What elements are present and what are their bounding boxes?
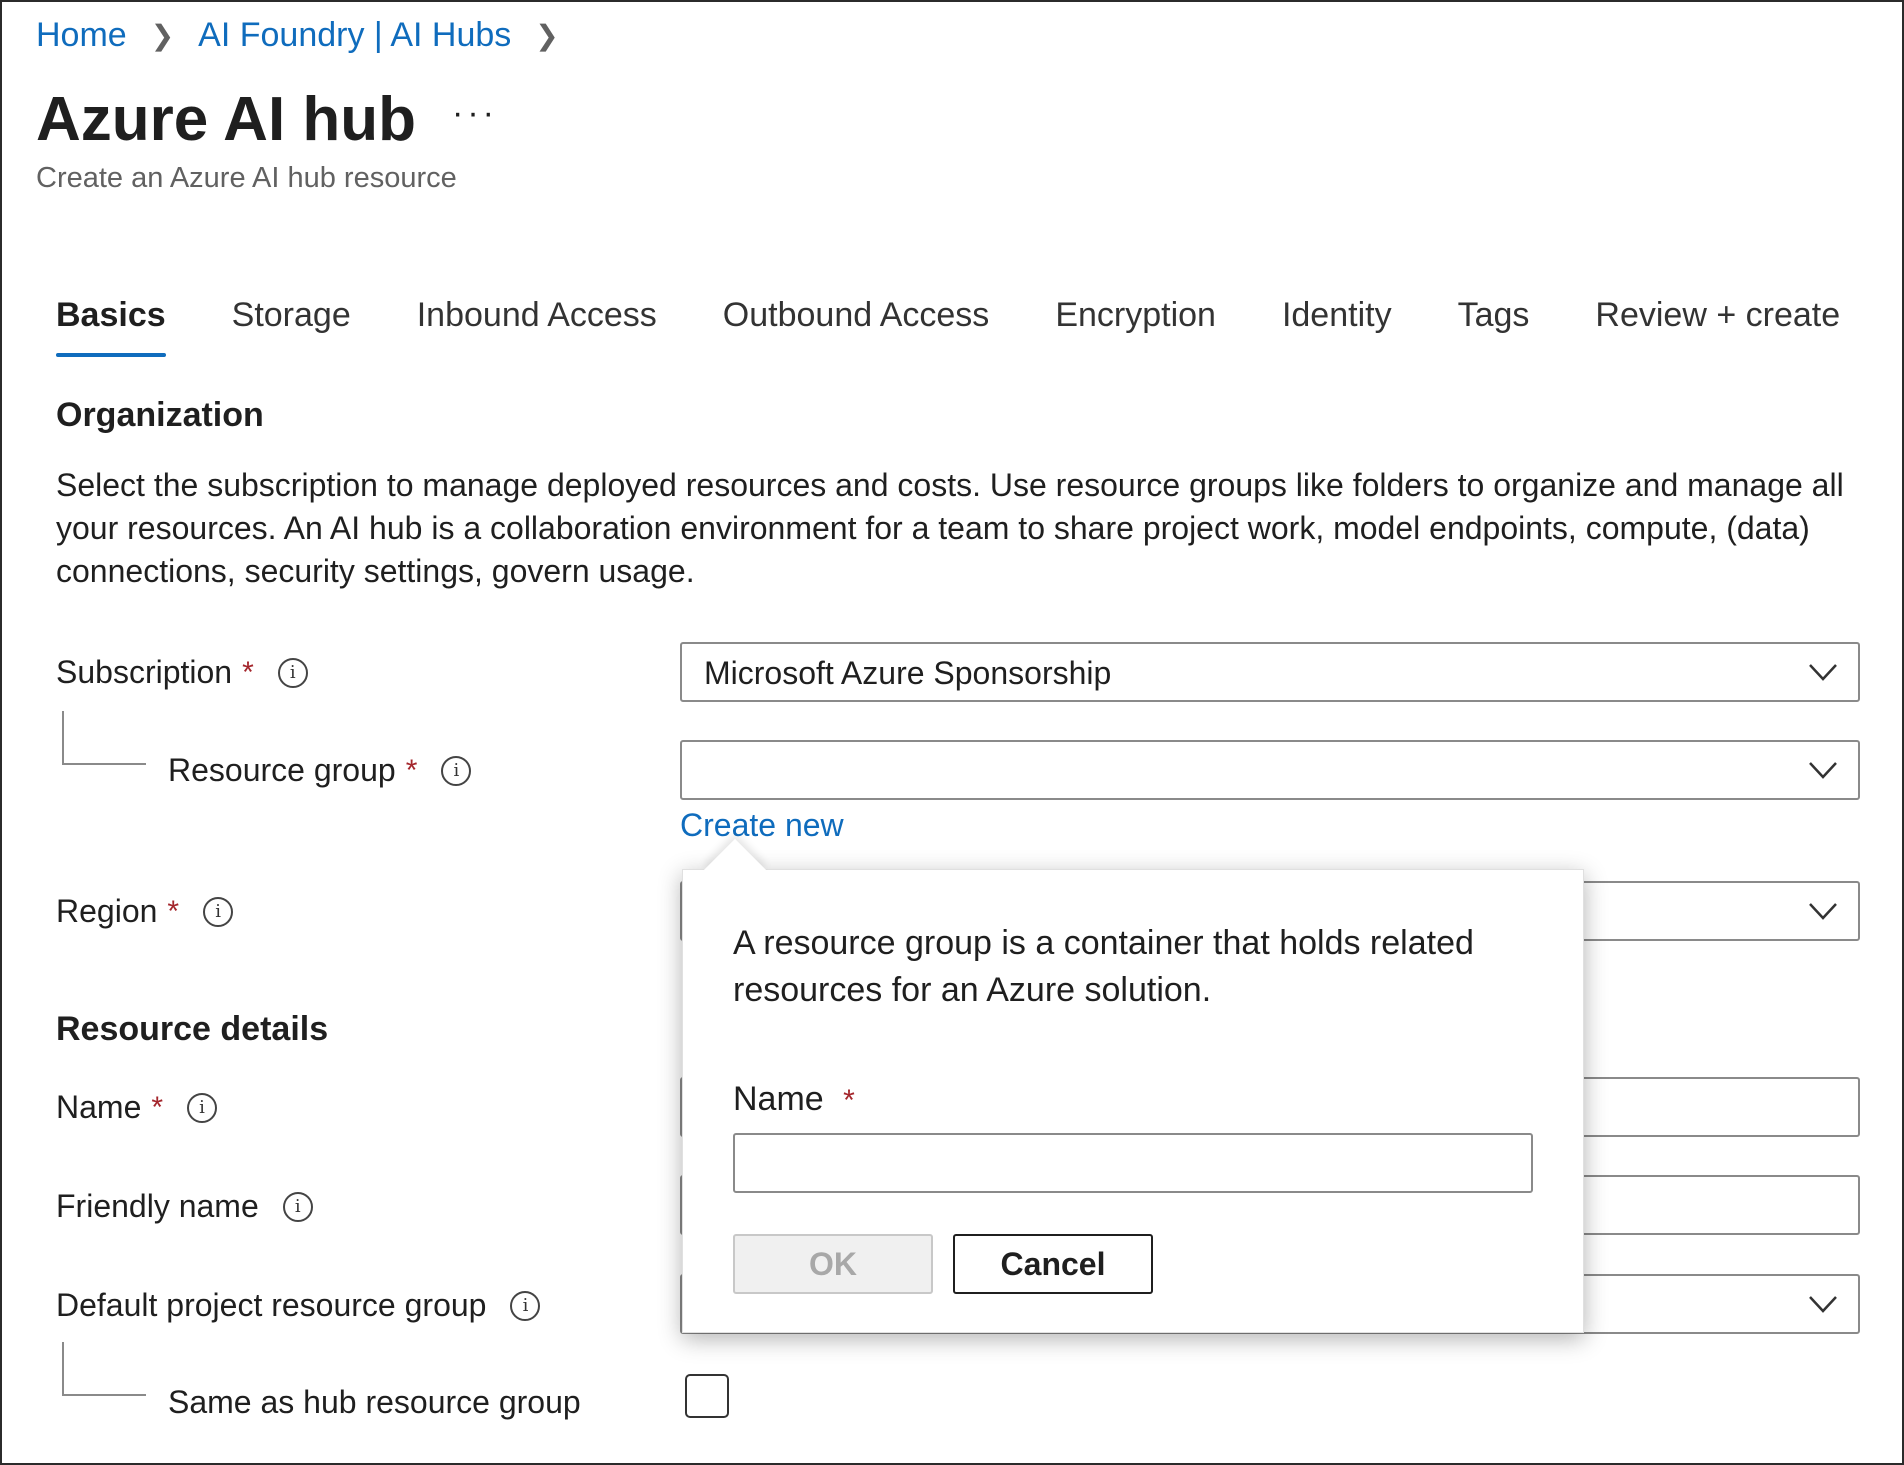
name-label-text: Name bbox=[56, 1089, 142, 1125]
create-new-link[interactable]: Create new bbox=[680, 807, 844, 844]
info-icon[interactable]: i bbox=[277, 657, 308, 688]
callout-name-input[interactable] bbox=[733, 1133, 1533, 1193]
subscription-value: Microsoft Azure Sponsorship bbox=[704, 655, 1112, 691]
page-subtitle: Create an Azure AI hub resource bbox=[36, 162, 457, 194]
same-as-hub-label: Same as hub resource group bbox=[168, 1384, 581, 1420]
tree-connector bbox=[62, 1342, 146, 1396]
create-resource-group-callout: A resource group is a container that hol… bbox=[682, 838, 1584, 1333]
ok-button[interactable]: OK bbox=[733, 1234, 933, 1294]
chevron-right-icon: ❯ bbox=[150, 20, 175, 51]
resource-group-label: Resource group * i bbox=[168, 752, 472, 789]
page-title: Azure AI hub bbox=[36, 85, 417, 154]
breadcrumb-home[interactable]: Home bbox=[36, 16, 127, 55]
default-project-rg-label-text: Default project resource group bbox=[56, 1287, 487, 1323]
name-label: Name * i bbox=[56, 1089, 218, 1126]
info-icon[interactable]: i bbox=[441, 755, 472, 786]
tab-review-create[interactable]: Review + create bbox=[1595, 296, 1840, 357]
resource-details-heading: Resource details bbox=[56, 1010, 329, 1048]
tab-outbound-access[interactable]: Outbound Access bbox=[723, 296, 990, 357]
required-marker: * bbox=[242, 655, 254, 689]
resource-group-label-text: Resource group bbox=[168, 752, 396, 788]
chevron-down-icon bbox=[1809, 903, 1837, 920]
default-project-rg-label: Default project resource group i bbox=[56, 1287, 541, 1324]
region-label-text: Region bbox=[56, 893, 158, 929]
info-icon[interactable]: i bbox=[203, 896, 234, 927]
tab-identity[interactable]: Identity bbox=[1282, 296, 1392, 357]
required-marker: * bbox=[405, 753, 418, 787]
chevron-down-icon bbox=[1809, 664, 1837, 681]
chevron-down-icon bbox=[1809, 762, 1837, 779]
subscription-select[interactable]: Microsoft Azure Sponsorship bbox=[680, 642, 1860, 702]
info-icon[interactable]: i bbox=[187, 1092, 218, 1123]
tree-connector bbox=[62, 711, 146, 765]
required-marker: * bbox=[151, 1090, 164, 1124]
callout-description: A resource group is a container that hol… bbox=[733, 924, 1474, 1009]
tab-storage[interactable]: Storage bbox=[232, 296, 351, 357]
callout-name-label-text: Name bbox=[733, 1080, 824, 1118]
same-as-hub-checkbox[interactable] bbox=[685, 1374, 729, 1418]
required-marker: * bbox=[843, 1084, 855, 1117]
tab-bar: Basics Storage Inbound Access Outbound A… bbox=[56, 296, 1902, 357]
organization-description: Select the subscription to manage deploy… bbox=[56, 467, 1844, 589]
tab-inbound-access[interactable]: Inbound Access bbox=[417, 296, 657, 357]
subscription-label-text: Subscription bbox=[56, 654, 233, 690]
info-icon[interactable]: i bbox=[282, 1191, 313, 1222]
required-marker: * bbox=[167, 894, 180, 928]
more-options-icon[interactable]: ··· bbox=[452, 94, 498, 133]
friendly-name-label-text: Friendly name bbox=[56, 1188, 259, 1224]
friendly-name-label: Friendly name i bbox=[56, 1188, 313, 1225]
resource-group-select[interactable] bbox=[680, 740, 1860, 800]
organization-heading: Organization bbox=[56, 396, 264, 434]
chevron-down-icon bbox=[1809, 1296, 1837, 1313]
info-icon[interactable]: i bbox=[510, 1290, 541, 1321]
cancel-button[interactable]: Cancel bbox=[953, 1234, 1153, 1294]
chevron-right-icon: ❯ bbox=[535, 20, 559, 51]
page-frame: Home ❯ AI Foundry | AI Hubs ❯ Azure AI h… bbox=[0, 0, 1904, 1465]
tab-basics[interactable]: Basics bbox=[56, 296, 166, 357]
tab-tags[interactable]: Tags bbox=[1458, 296, 1530, 357]
breadcrumb-ai-foundry[interactable]: AI Foundry | AI Hubs bbox=[198, 16, 511, 55]
subscription-label: Subscription * i bbox=[56, 654, 308, 691]
tab-encryption[interactable]: Encryption bbox=[1055, 296, 1216, 357]
callout-name-label: Name * bbox=[733, 1080, 855, 1119]
region-label: Region * i bbox=[56, 893, 234, 930]
breadcrumb: Home ❯ AI Foundry | AI Hubs ❯ bbox=[36, 16, 583, 55]
